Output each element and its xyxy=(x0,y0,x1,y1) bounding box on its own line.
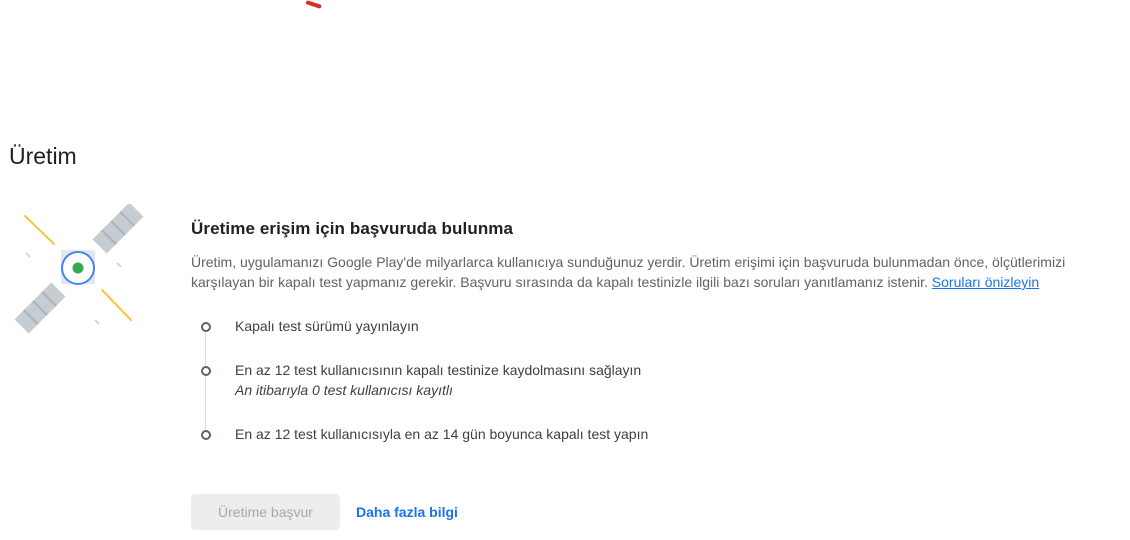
page-title: Üretim xyxy=(9,143,77,169)
section-description: Üretim, uygulamanızı Google Play'de mily… xyxy=(191,252,1096,292)
requirements-list: Kapalı test sürümü yayınlayın En az 12 t… xyxy=(191,318,1101,448)
step-label: En az 12 test kullanıcısının kapalı test… xyxy=(235,362,642,378)
loading-indicator xyxy=(305,0,322,9)
actions-bar: Üretime başvur Daha fazla bilgi xyxy=(191,494,458,530)
learn-more-link[interactable]: Daha fazla bilgi xyxy=(356,504,458,520)
step-label: En az 12 test kullanıcısıyla en az 14 gü… xyxy=(235,426,649,442)
step-circle-icon xyxy=(201,366,211,376)
steps-connector xyxy=(205,330,206,434)
step-label: Kapalı test sürümü yayınlayın xyxy=(235,318,419,334)
step-circle-icon xyxy=(201,430,211,440)
step-circle-icon xyxy=(201,322,211,332)
production-page: Üretim Üretime erişim için başvuruda bul… xyxy=(0,0,1130,540)
step-status: An itibarıyla 0 test kullanıcısı kayıtlı xyxy=(235,382,453,398)
preview-questions-link[interactable]: Soruları önizleyin xyxy=(932,274,1039,290)
apply-section: Üretime erişim için başvuruda bulunma Ür… xyxy=(191,219,1101,448)
apply-production-button[interactable]: Üretime başvur xyxy=(191,494,340,530)
satellite-icon xyxy=(14,202,146,334)
section-title: Üretime erişim için başvuruda bulunma xyxy=(191,219,514,238)
